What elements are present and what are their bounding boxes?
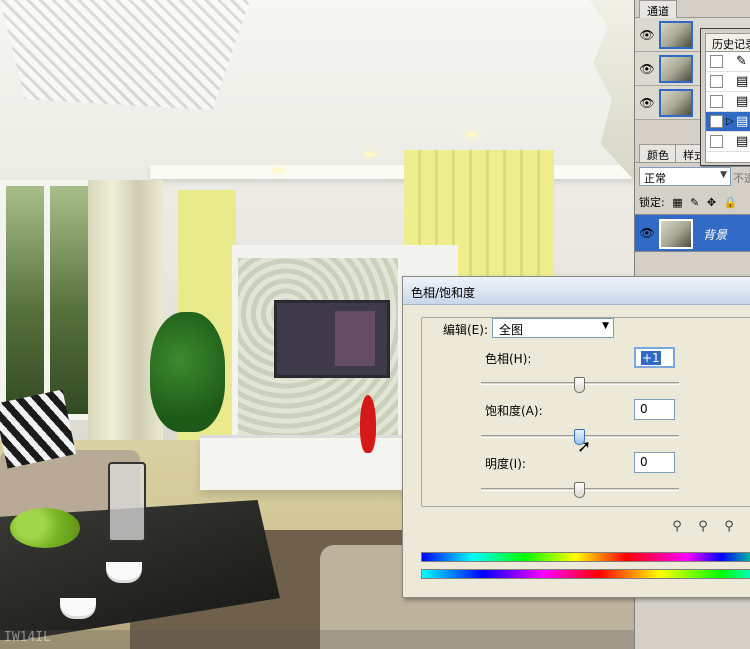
opacity-label: 不透明	[733, 172, 750, 185]
lightness-label: 明度(I):	[485, 457, 526, 471]
history-panel: 历史记录 ✎ ▤ ▤ ▷ ▤ ▤	[700, 28, 750, 166]
hue-value: +1	[641, 351, 661, 365]
adjustment-group	[421, 317, 750, 507]
history-checkbox[interactable]	[710, 55, 723, 68]
television	[274, 300, 390, 378]
lock-transparent-icon[interactable]: ▦	[672, 196, 682, 209]
channel-thumbnail	[659, 21, 693, 49]
layer-thumbnail	[659, 219, 693, 249]
lightness-input[interactable]: 0	[634, 452, 675, 473]
lock-icon[interactable]: 🔒	[724, 196, 738, 209]
edit-range-value: 全图	[499, 323, 524, 337]
layer-row-background[interactable]: 👁 背景	[635, 214, 750, 252]
blend-mode-select[interactable]: 正常 ▼	[639, 167, 731, 186]
history-item-current[interactable]: ▷ ▤	[706, 112, 750, 132]
eyedropper-plus-icon[interactable]: ⚲	[695, 519, 711, 535]
tab-channels[interactable]: 通道	[639, 0, 677, 18]
edit-range-select[interactable]: 全图 ▼	[492, 318, 614, 338]
eye-icon[interactable]: 👁	[639, 95, 655, 111]
hue-input[interactable]: +1	[634, 347, 675, 368]
history-brush-icon: ✎	[736, 54, 747, 69]
history-checkbox[interactable]	[710, 95, 723, 108]
chandelier	[0, 0, 250, 110]
saturation-value: 0	[640, 402, 648, 416]
lock-label: 锁定:	[639, 196, 665, 209]
chevron-down-icon: ▼	[602, 321, 609, 331]
dialog-titlebar[interactable]: 色相/饱和度	[403, 277, 750, 305]
eye-icon[interactable]: 👁	[639, 225, 655, 241]
history-checkbox[interactable]	[710, 115, 723, 128]
downlight	[272, 168, 284, 173]
channel-thumbnail	[659, 89, 693, 117]
blend-mode-value: 正常	[644, 172, 666, 185]
history-state-marker-icon: ▷	[726, 116, 734, 127]
history-step-icon: ▤	[736, 74, 749, 89]
history-step-icon: ▤	[736, 134, 749, 149]
red-vase	[360, 395, 376, 453]
dialog-title: 色相/饱和度	[411, 286, 476, 300]
tv-cabinet	[200, 435, 410, 490]
channel-thumbnail	[659, 55, 693, 83]
history-list: ✎ ▤ ▤ ▷ ▤ ▤	[705, 51, 750, 163]
window	[0, 180, 95, 420]
eyedropper-icon[interactable]: ⚲	[669, 519, 685, 535]
output-hue-spectrum	[421, 569, 750, 579]
tab-history[interactable]: 历史记录	[705, 33, 750, 51]
history-checkbox[interactable]	[710, 135, 723, 148]
history-item[interactable]: ✎	[706, 52, 750, 72]
history-item[interactable]: ▤	[706, 92, 750, 112]
hue-label: 色相(H):	[485, 352, 532, 366]
french-press	[108, 462, 146, 542]
lock-paint-icon[interactable]: ✎	[690, 196, 699, 209]
lock-row: 锁定: ▦ ✎ ✥ 🔒	[639, 194, 741, 210]
tab-color[interactable]: 颜色	[639, 144, 677, 162]
eye-icon[interactable]: 👁	[639, 61, 655, 77]
ceiling-strip	[150, 165, 634, 179]
lock-move-icon[interactable]: ✥	[707, 196, 716, 209]
lightness-slider-thumb[interactable]	[574, 482, 585, 498]
apple-bowl	[10, 508, 80, 548]
history-item[interactable]: ▤	[706, 132, 750, 152]
hue-slider-thumb[interactable]	[574, 377, 585, 393]
downlight	[466, 132, 478, 137]
history-step-icon: ▤	[736, 114, 749, 129]
layer-name: 背景	[703, 228, 728, 242]
channels-tab-strip: 通道	[635, 0, 750, 18]
downlight	[364, 152, 376, 157]
eye-icon[interactable]: 👁	[639, 27, 655, 43]
curtain	[88, 180, 163, 455]
history-checkbox[interactable]	[710, 75, 723, 88]
chevron-down-icon: ▼	[720, 170, 727, 180]
saturation-input[interactable]: 0	[634, 399, 675, 420]
history-item[interactable]: ▤	[706, 72, 750, 92]
eyedropper-minus-icon[interactable]: ⚲	[721, 519, 737, 535]
input-hue-spectrum	[421, 552, 750, 562]
potted-plant	[150, 312, 225, 432]
watermark: IW14IL	[0, 630, 634, 649]
lightness-value: 0	[640, 455, 648, 469]
hue-saturation-dialog: 色相/饱和度 编辑(E): 全图 ▼ 色相(H): +1 饱和度(A): 0 ➚…	[402, 276, 750, 598]
edit-label: 编辑(E):	[443, 323, 488, 337]
history-step-icon: ▤	[736, 94, 749, 109]
saturation-label: 饱和度(A):	[485, 404, 543, 418]
